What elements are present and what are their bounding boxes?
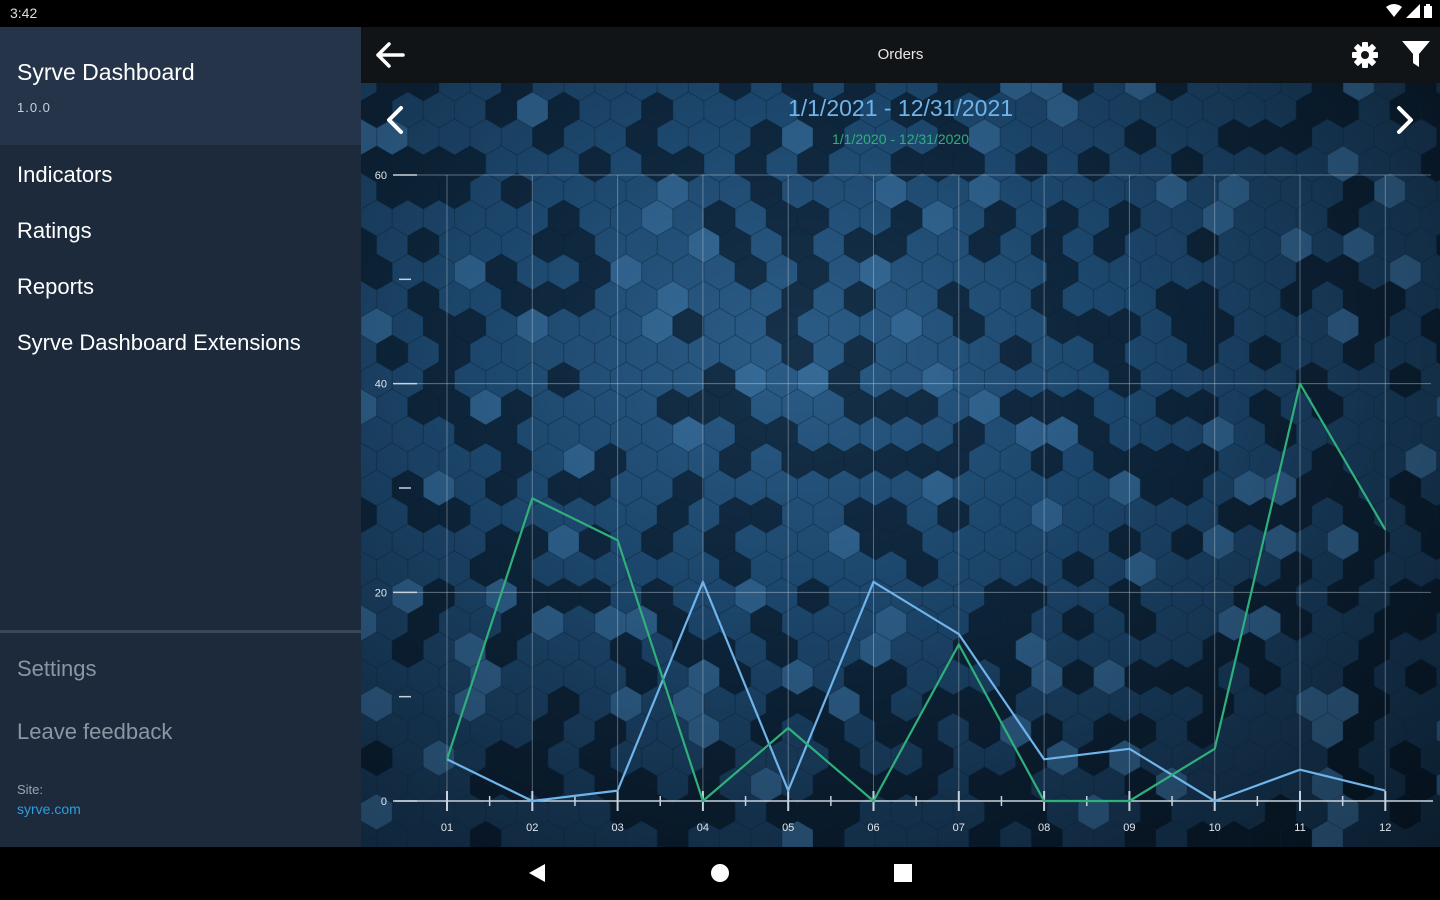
chevron-right-icon[interactable]: [1393, 105, 1417, 135]
app-name: Syrve Dashboard: [17, 59, 195, 85]
drawer-menu: Indicators Ratings Reports Syrve Dashboa…: [0, 145, 361, 369]
filter-icon[interactable]: [1401, 39, 1431, 69]
current-date-range: 1/1/2021 - 12/31/2021: [787, 95, 1014, 121]
site-label: Site:: [17, 782, 44, 797]
app-version: 1.0.0: [17, 100, 51, 115]
x-tick-label: 03: [611, 822, 623, 834]
line-chart: 0 20 40 60 01 02 03 04 05 06 07 08 09 10 11 12: [375, 170, 1433, 834]
app-bar: Orders: [361, 27, 1440, 83]
orders-chart: 0 20 40 60 01 02 03 04 05 06 07 08 09 10 11 12 1/1/2021…: [361, 83, 1440, 847]
system-navigation-bar: [0, 847, 1440, 900]
status-icons: [1386, 4, 1432, 18]
y-tick-label: 40: [375, 379, 387, 391]
menu-item-indicators[interactable]: Indicators: [0, 145, 361, 201]
x-tick-label: 10: [1209, 822, 1221, 834]
navigation-drawer: Syrve Dashboard 1.0.0 Indicators Ratings…: [0, 27, 361, 847]
battery-icon: [1424, 4, 1432, 18]
y-tick-label: 20: [375, 587, 387, 599]
previous-date-range: 1/1/2020 - 12/31/2020: [831, 131, 969, 147]
drawer-divider: [0, 630, 361, 633]
menu-item-ratings[interactable]: Ratings: [0, 201, 361, 257]
drawer-header: Syrve Dashboard 1.0.0: [0, 27, 361, 145]
series-line-current: [446, 580, 1386, 803]
chevron-left-icon[interactable]: [383, 105, 407, 135]
x-tick-label: 05: [782, 822, 794, 834]
site-link[interactable]: syrve.com: [17, 801, 81, 817]
x-tick-label: 06: [867, 822, 879, 834]
nav-home-icon[interactable]: [710, 863, 730, 883]
nav-recents-icon[interactable]: [893, 863, 913, 883]
x-tick-label: 11: [1294, 822, 1305, 834]
main-content: Orders 0 20 40 60 01 02 03 04 05 06 07 08 09 10 11 12 1…: [361, 27, 1440, 847]
y-tick-label: 0: [381, 796, 387, 808]
x-tick-label: 09: [1123, 822, 1135, 834]
x-tick-label: 02: [526, 822, 538, 834]
x-tick-label: 12: [1379, 822, 1391, 834]
status-bar: 3:42: [0, 0, 1440, 27]
gear-icon[interactable]: [1351, 41, 1379, 69]
menu-item-reports[interactable]: Reports: [0, 257, 361, 313]
leave-feedback-link[interactable]: Leave feedback: [17, 719, 172, 745]
wifi-icon: [1386, 4, 1402, 17]
x-tick-label: 01: [441, 822, 453, 834]
y-tick-label: 60: [375, 170, 387, 182]
x-tick-label: 08: [1038, 822, 1050, 834]
settings-link[interactable]: Settings: [17, 656, 97, 682]
nav-back-icon[interactable]: [528, 863, 546, 883]
x-tick-label: 04: [697, 822, 709, 834]
page-title: Orders: [877, 46, 924, 63]
status-time: 3:42: [10, 5, 38, 21]
cell-signal-icon: [1406, 4, 1420, 18]
menu-item-extensions[interactable]: Syrve Dashboard Extensions: [0, 313, 361, 369]
x-tick-label: 07: [953, 822, 965, 834]
